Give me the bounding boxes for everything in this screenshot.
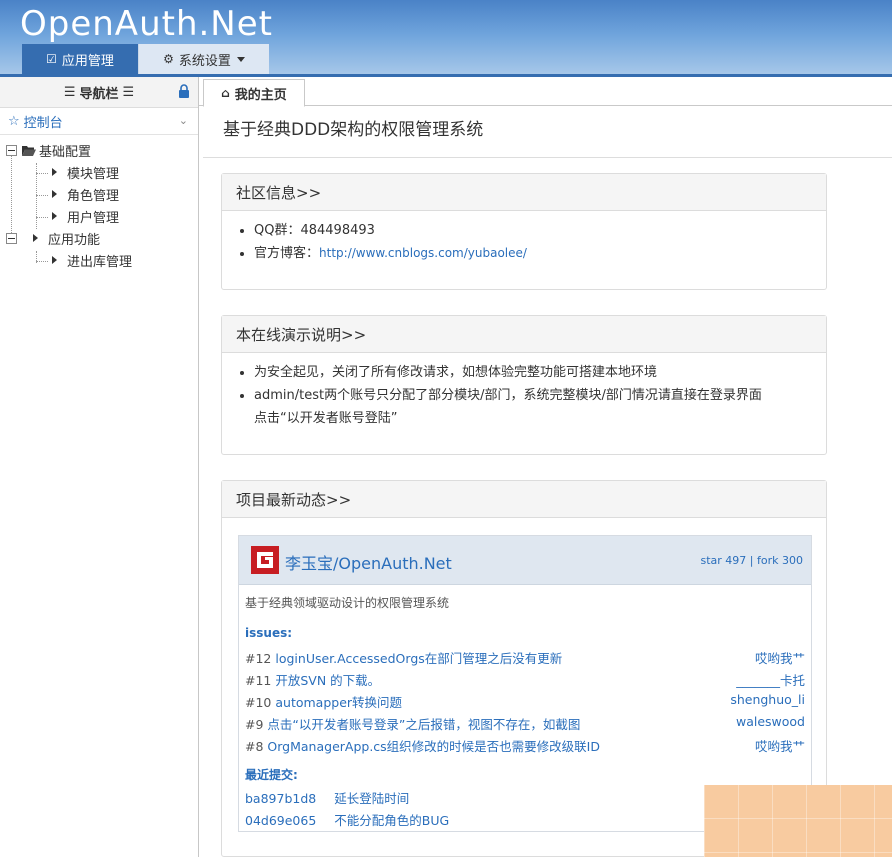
issue-author[interactable]: 哎哟我艹 xyxy=(755,736,805,755)
panel-heading: 本在线演示说明>> xyxy=(222,316,826,353)
issue-author[interactable]: waleswood xyxy=(736,714,805,729)
top-nav: ☑ 应用管理 ⚙ 系统设置 xyxy=(22,44,269,74)
sidebar-title: 导航栏 xyxy=(79,86,119,102)
issue-row[interactable]: #8 OrgManagerApp.cs组织修改的时候是否也需要修改级联ID 哎哟… xyxy=(245,736,805,756)
issue-row[interactable]: #11 开放SVN 的下载。 _______卡托 xyxy=(245,670,805,690)
tree-node-user-manage[interactable]: 用户管理 xyxy=(0,205,198,227)
menu-icon: ☰ xyxy=(122,84,135,100)
commit-message[interactable]: 不能分配角色的BUG xyxy=(334,813,449,828)
app-header: OpenAuth.Net ☑ 应用管理 ⚙ 系统设置 xyxy=(0,0,892,77)
commit-hash[interactable]: 04d69e065 xyxy=(245,813,316,828)
home-icon: ⌂ xyxy=(221,86,230,100)
lock-icon[interactable] xyxy=(178,84,190,98)
topnav-label: 系统设置 xyxy=(178,53,231,69)
tree-node-role-manage[interactable]: 角色管理 xyxy=(0,183,198,205)
chevron-down-icon: ⌄ xyxy=(178,114,188,127)
app-logo[interactable]: OpenAuth.Net xyxy=(20,4,273,44)
tree-node-stock-manage[interactable]: 进出库管理 xyxy=(0,249,198,271)
panel-heading: 项目最新动态>> xyxy=(222,481,826,518)
gear-icon: ⚙ xyxy=(163,52,174,66)
tree-node-label: 角色管理 xyxy=(67,188,120,204)
panel-heading: 社区信息>> xyxy=(222,174,826,211)
issue-row[interactable]: #9 点击“以开发者账号登录”之后报错，视图不存在，如截图 waleswood xyxy=(245,714,805,734)
blog-label: 官方博客： xyxy=(254,246,320,261)
issue-author[interactable]: 哎哟我艹 xyxy=(755,648,805,667)
issue-number: #12 xyxy=(245,651,272,666)
caret-right-icon xyxy=(52,256,57,264)
issue-number: #9 xyxy=(245,717,264,732)
tab-label: 我的主页 xyxy=(234,87,287,103)
topnav-label: 应用管理 xyxy=(61,53,114,69)
issue-title[interactable]: 开放SVN 的下载。 xyxy=(275,673,380,688)
issue-row[interactable]: #10 automapper转换问题 shenghuo_li xyxy=(245,692,805,712)
tree-node-label: 进出库管理 xyxy=(67,254,133,270)
caret-down-icon xyxy=(236,56,245,62)
issue-row[interactable]: #12 loginUser.AccessedOrgs在部门管理之后没有更新 哎哟… xyxy=(245,648,805,668)
issue-title[interactable]: automapper转换问题 xyxy=(275,695,402,710)
caret-right-icon xyxy=(33,234,38,242)
tree-node-label: 用户管理 xyxy=(67,210,120,226)
menu-icon: ☰ xyxy=(63,84,76,100)
sidebar-item-label: 控制台 xyxy=(23,115,63,131)
repo-stats[interactable]: star 497 | fork 300 xyxy=(701,554,804,567)
issue-title[interactable]: OrgManagerApp.cs组织修改的时候是否也需要修改级联ID xyxy=(267,739,600,754)
gitee-widget-header: 李玉宝/OpenAuth.Net star 497 | fork 300 xyxy=(239,536,811,585)
commit-row[interactable]: ba897b1d8 延长登陆时间 xyxy=(245,788,409,807)
caret-right-icon xyxy=(52,168,57,176)
list-item-text: admin/test两个账号只分配了部分模块/部门，系统完整模块/部门情况请直接… xyxy=(254,388,762,403)
list-item-text: 点击“以开发者账号登陆” xyxy=(254,411,398,426)
commit-row[interactable]: 04d69e065 不能分配角色的BUG xyxy=(245,810,449,829)
panel-body: 为安全起见，关闭了所有修改请求，如想体验完整功能可搭建本地环境 admin/te… xyxy=(222,353,826,430)
main-content: ⌂ 我的主页 基于经典DDD架构的权限管理系统 社区信息>> QQ群：48449… xyxy=(199,77,892,857)
sidebar-header: ☰ 导航栏 ☰ xyxy=(0,77,198,108)
commits-heading: 最近提交: xyxy=(245,768,298,782)
nav-tree: 基础配置 模块管理 角色管理 用户管理 应用功能 进出库管理 xyxy=(0,135,198,271)
tab-home[interactable]: ⌂ 我的主页 xyxy=(203,79,305,107)
sidebar-item-dashboard[interactable]: ☆ 控制台 ⌄ xyxy=(0,108,198,135)
repo-link[interactable]: 李玉宝/OpenAuth.Net xyxy=(285,550,452,574)
caret-right-icon xyxy=(52,212,57,220)
star-icon: ☆ xyxy=(8,113,20,129)
issue-number: #10 xyxy=(245,695,272,710)
list-item: 为安全起见，关闭了所有修改请求，如想体验完整功能可搭建本地环境 xyxy=(254,361,812,384)
decorative-overlay xyxy=(704,785,892,857)
topnav-app-manage[interactable]: ☑ 应用管理 xyxy=(22,44,138,74)
collapse-toggle-icon[interactable] xyxy=(6,232,17,244)
issue-author[interactable]: _______卡托 xyxy=(736,670,805,689)
issue-title[interactable]: 点击“以开发者账号登录”之后报错，视图不存在，如截图 xyxy=(267,717,580,732)
page-title: 基于经典DDD架构的权限管理系统 xyxy=(223,120,484,140)
caret-right-icon xyxy=(52,190,57,198)
qq-group: QQ群：484498493 xyxy=(254,223,375,238)
folder-open-icon xyxy=(22,145,36,156)
gitee-logo-icon[interactable] xyxy=(251,546,279,574)
community-panel: 社区信息>> QQ群：484498493 官方博客：http://www.cnb… xyxy=(221,173,827,290)
issue-number: #8 xyxy=(245,739,264,754)
repo-description: 基于经典领域驱动设计的权限管理系统 xyxy=(245,596,450,610)
issue-author[interactable]: shenghuo_li xyxy=(730,692,805,707)
tree-node-label: 应用功能 xyxy=(48,232,101,248)
check-square-icon: ☑ xyxy=(46,52,57,66)
issues-heading: issues: xyxy=(245,626,293,640)
list-item: 官方博客：http://www.cnblogs.com/yubaolee/ xyxy=(254,242,812,265)
tree-node-module-manage[interactable]: 模块管理 xyxy=(0,161,198,183)
tab-bar: ⌂ 我的主页 xyxy=(199,77,892,107)
tree-node-app-function[interactable]: 应用功能 xyxy=(0,227,198,249)
collapse-toggle-icon[interactable] xyxy=(6,144,17,156)
commit-message[interactable]: 延长登陆时间 xyxy=(334,791,409,806)
tree-node-label: 模块管理 xyxy=(67,166,120,182)
panel-body: QQ群：484498493 官方博客：http://www.cnblogs.co… xyxy=(222,211,826,265)
list-item: QQ群：484498493 xyxy=(254,219,812,242)
topnav-system-settings[interactable]: ⚙ 系统设置 xyxy=(138,44,269,74)
commit-hash[interactable]: ba897b1d8 xyxy=(245,791,316,806)
sidebar: ☰ 导航栏 ☰ ☆ 控制台 ⌄ 基础配置 模块管理 角色管理 用户管理 应用功能… xyxy=(0,77,199,857)
tree-node-label: 基础配置 xyxy=(39,144,92,160)
tree-node-basic-config[interactable]: 基础配置 xyxy=(0,139,198,161)
blog-link[interactable]: http://www.cnblogs.com/yubaolee/ xyxy=(319,246,527,260)
issue-title[interactable]: loginUser.AccessedOrgs在部门管理之后没有更新 xyxy=(275,651,562,666)
issue-number: #11 xyxy=(245,673,272,688)
list-item: admin/test两个账号只分配了部分模块/部门，系统完整模块/部门情况请直接… xyxy=(254,384,812,430)
demo-notice-panel: 本在线演示说明>> 为安全起见，关闭了所有修改请求，如想体验完整功能可搭建本地环… xyxy=(221,315,827,455)
title-divider xyxy=(203,157,892,158)
